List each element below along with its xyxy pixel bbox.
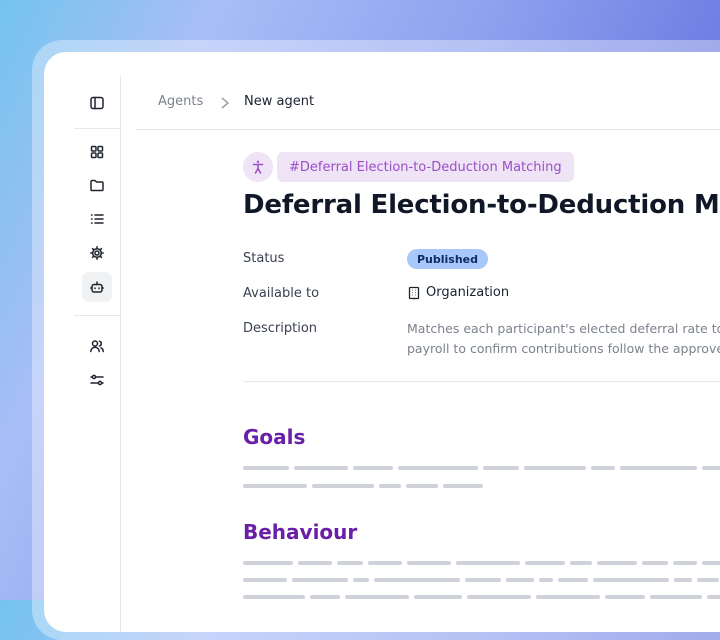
users-icon [90, 340, 104, 353]
folder-icon [90, 179, 104, 192]
behaviour-heading: Behaviour [243, 520, 358, 544]
sidebar-item-dashboard[interactable] [82, 137, 112, 167]
section-divider [243, 381, 720, 382]
sidebar-item-list[interactable] [82, 204, 112, 234]
sidebar-item-users[interactable] [82, 331, 112, 361]
list-icon [90, 214, 104, 224]
panel-left-icon [90, 96, 104, 110]
breadcrumb: Agents New agent [136, 76, 720, 130]
sidebar-item-agents[interactable] [82, 272, 112, 302]
available-to-value: Organization [407, 285, 509, 300]
sidebar-divider [74, 128, 120, 129]
app-window: Agents New agent #Deferral Election-to-D… [44, 52, 720, 632]
building-icon [408, 286, 420, 299]
dashboard-icon [90, 145, 104, 159]
chevron-right-icon [219, 95, 231, 114]
agent-tag[interactable]: #Deferral Election-to-Deduction Matching [277, 152, 574, 182]
sidebar-item-files[interactable] [82, 170, 112, 200]
status-badge: Published [407, 249, 489, 269]
sidebar [74, 76, 121, 632]
sidebar-item-preferences[interactable] [82, 365, 112, 395]
sidebar-divider [74, 315, 120, 316]
description-line: payroll to confirm contributions follow … [407, 341, 720, 356]
description-text: Matches each participant's elected defer… [407, 319, 720, 359]
description-label: Description [243, 321, 318, 336]
status-label: Status [243, 251, 285, 266]
available-to-label: Available to [243, 286, 320, 301]
goals-heading: Goals [243, 425, 306, 449]
breadcrumb-current: New agent [244, 94, 315, 109]
breadcrumb-agents-link[interactable]: Agents [158, 94, 203, 109]
gear-icon [90, 246, 104, 260]
sliders-icon [90, 374, 104, 386]
sidebar-item-settings[interactable] [82, 238, 112, 268]
page-title: Deferral Election-to-Deduction Matching [243, 190, 720, 220]
description-line: Matches each participant's elected defer… [407, 321, 720, 336]
bot-icon [90, 281, 104, 293]
toggle-sidebar-button[interactable] [82, 88, 112, 118]
accessibility-icon [243, 152, 273, 182]
available-to-text: Organization [426, 285, 510, 300]
